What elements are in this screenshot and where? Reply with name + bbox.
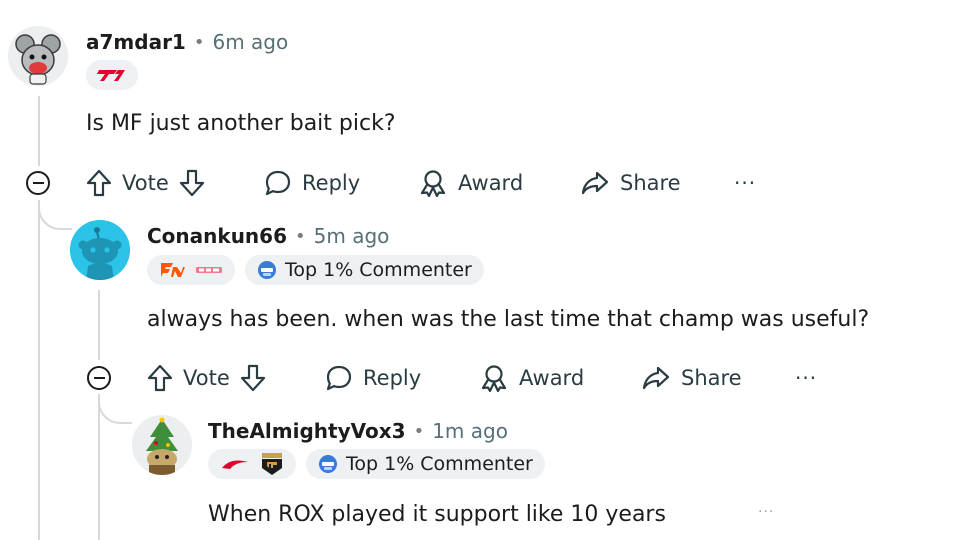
- share-label: Share: [620, 171, 681, 195]
- team-flair-logo-icon: [196, 267, 222, 273]
- flair-pill: [86, 60, 138, 90]
- arrow-down-icon[interactable]: [179, 169, 205, 197]
- award-label: Award: [519, 366, 585, 390]
- award-button[interactable]: Award: [479, 360, 584, 396]
- reply-button[interactable]: Reply: [264, 165, 360, 201]
- vote-label: Vote: [183, 366, 230, 390]
- top-commenter-badge[interactable]: Top 1% Commenter: [245, 255, 484, 285]
- vote-label: Vote: [122, 171, 169, 195]
- fnatic-logo-icon: [161, 263, 185, 277]
- 100-thieves-logo-icon: [222, 460, 248, 469]
- avatar[interactable]: [132, 415, 192, 475]
- comment-meta: a7mdar1 • 6m ago: [86, 28, 288, 56]
- comment-body: When ROX played it support like 10 years: [208, 502, 666, 527]
- avatar-snoo-tree-icon: [132, 415, 192, 475]
- comment-meta: TheAlmightyVox3 • 1m ago: [208, 417, 508, 445]
- share-button[interactable]: Share: [580, 165, 681, 201]
- user-flair: [86, 60, 138, 90]
- gen-g-logo-icon: [262, 453, 282, 475]
- timestamp[interactable]: 1m ago: [432, 419, 508, 443]
- separator-dot: •: [413, 420, 425, 442]
- more-icon[interactable]: ···: [758, 504, 774, 520]
- thread-line-main-lower: [38, 200, 40, 540]
- comment-body: Is MF just another bait pick?: [86, 111, 396, 136]
- comment-meta: Conankun66 • 5m ago: [147, 222, 389, 250]
- more-icon: ···: [734, 171, 757, 195]
- arrow-up-icon[interactable]: [147, 364, 173, 392]
- arrow-up-icon[interactable]: [86, 169, 112, 197]
- flair-pill: [147, 255, 235, 285]
- collapse-icon[interactable]: [26, 171, 50, 195]
- avatar[interactable]: [70, 220, 130, 280]
- thread-connector-reply-1: [38, 200, 72, 230]
- share-icon: [642, 366, 670, 390]
- award-label: Award: [458, 171, 524, 195]
- username[interactable]: Conankun66: [147, 224, 287, 248]
- more-options-button[interactable]: ···: [734, 165, 756, 201]
- vote-group: Vote: [86, 165, 205, 201]
- separator-dot: •: [193, 31, 205, 53]
- award-icon: [420, 170, 446, 197]
- t1-logo-icon: [97, 70, 125, 81]
- comment-thread: a7mdar1 • 6m ago Is MF just another bait…: [0, 0, 960, 540]
- timestamp[interactable]: 6m ago: [212, 30, 288, 54]
- thread-line-reply-1-lower: [98, 394, 100, 540]
- badge-label: Top 1% Commenter: [346, 453, 533, 475]
- reply-bubble-icon: [326, 365, 352, 391]
- thread-line-reply-1: [98, 290, 100, 360]
- user-flair: Top 1% Commenter: [147, 255, 484, 285]
- reply-button[interactable]: Reply: [325, 360, 421, 396]
- username[interactable]: a7mdar1: [86, 30, 186, 54]
- comment-body: always has been. when was the last time …: [147, 307, 870, 332]
- share-button[interactable]: Share: [641, 360, 742, 396]
- thread-line-main: [38, 96, 40, 166]
- reply-label: Reply: [302, 171, 361, 195]
- comment-actions: Vote Reply Award Share ···: [86, 165, 766, 201]
- award-icon: [481, 365, 507, 392]
- vote-group: Vote: [147, 360, 266, 396]
- trophy-badge-icon: [319, 455, 337, 473]
- reply-label: Reply: [363, 366, 422, 390]
- comment-actions: Vote Reply Award Share ···: [147, 360, 827, 396]
- reply-bubble-icon: [265, 170, 291, 196]
- more-options-button[interactable]: ···: [795, 360, 817, 396]
- top-commenter-badge[interactable]: Top 1% Commenter: [306, 449, 545, 479]
- share-label: Share: [681, 366, 742, 390]
- timestamp[interactable]: 5m ago: [314, 224, 390, 248]
- award-button[interactable]: Award: [418, 165, 523, 201]
- more-icon: ···: [795, 366, 818, 390]
- share-icon: [581, 171, 609, 195]
- flair-pill: [208, 449, 296, 479]
- user-flair: Top 1% Commenter: [208, 449, 545, 479]
- username[interactable]: TheAlmightyVox3: [208, 419, 406, 443]
- avatar-snoo-icon: [70, 220, 130, 280]
- arrow-down-icon[interactable]: [240, 364, 266, 392]
- avatar[interactable]: [8, 26, 68, 86]
- thread-connector-reply-2: [98, 394, 132, 424]
- collapse-icon[interactable]: [87, 366, 111, 390]
- trophy-badge-icon: [258, 261, 276, 279]
- avatar-rat-icon: [8, 26, 68, 86]
- separator-dot: •: [295, 225, 306, 247]
- badge-label: Top 1% Commenter: [285, 259, 472, 281]
